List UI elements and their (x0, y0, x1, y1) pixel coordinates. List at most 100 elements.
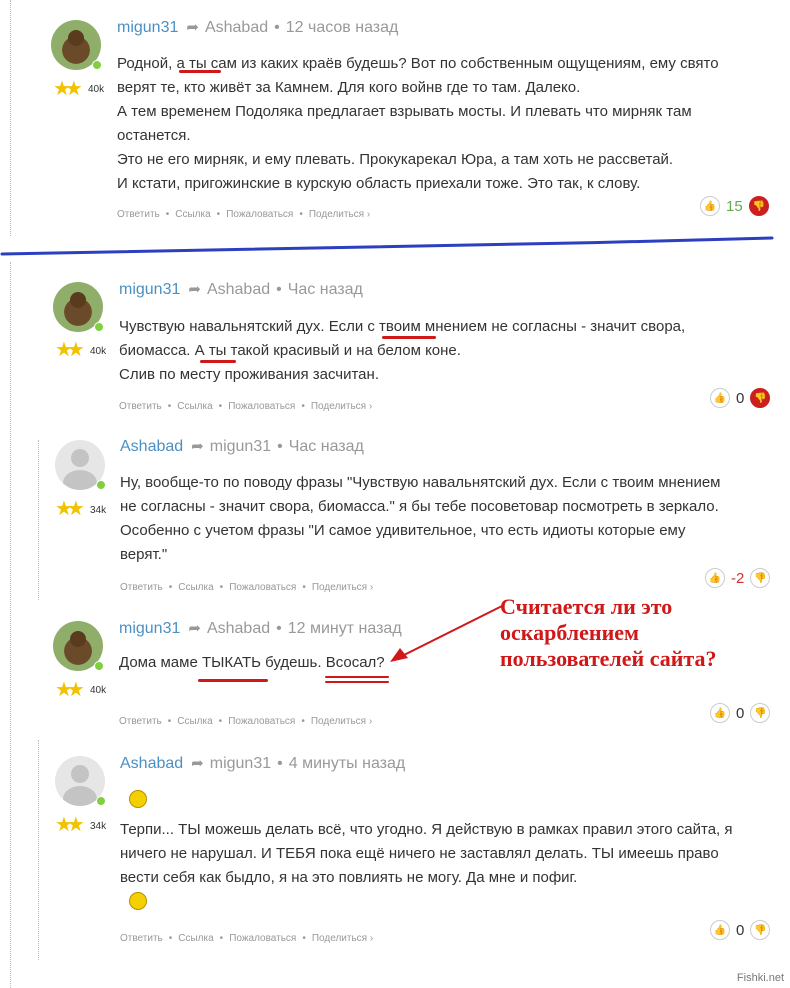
share-link[interactable]: Поделиться › (311, 716, 372, 727)
red-underline (382, 336, 436, 339)
comment-actions: Ответить • Ссылка • Пожаловаться • Поделиться … (120, 933, 374, 944)
share-link[interactable]: Поделиться › (309, 209, 370, 220)
red-underline (198, 679, 268, 682)
vote-box: 👍 0 👎 (710, 388, 771, 408)
separator-dot: • (276, 281, 282, 298)
author-link[interactable]: Ashabad (120, 438, 183, 455)
reply-link[interactable]: Ответить (117, 209, 160, 220)
thumbs-down-icon[interactable]: 👎 (750, 920, 771, 940)
user-rating: 34k (90, 821, 107, 832)
reply-to-link[interactable]: Ashabad (207, 281, 270, 298)
reply-to-link[interactable]: migun31 (210, 755, 271, 772)
author-link[interactable]: Ashabad (120, 755, 183, 772)
score: 0 (736, 389, 745, 407)
smiley-icon (129, 892, 147, 910)
rank-stars-icon: ★★ (55, 814, 85, 836)
share-link[interactable]: Поделиться › (311, 401, 372, 412)
reply-arrow-icon: ➦ (188, 281, 201, 298)
thumbs-down-icon[interactable]: 👎 (750, 703, 771, 723)
thumbs-down-icon[interactable]: 👎 (750, 568, 771, 588)
thread-line (38, 440, 39, 600)
red-underline (325, 681, 389, 683)
reply-link[interactable]: Ответить (119, 401, 162, 412)
thumbs-down-icon[interactable]: 👎 (750, 388, 771, 408)
online-indicator (96, 480, 106, 490)
online-indicator (94, 661, 104, 671)
comment-actions: Ответить • Ссылка • Пожаловаться • Поделиться … (119, 716, 373, 727)
vote-box: 👍 0 👎 (710, 703, 771, 723)
reply-to-link[interactable]: migun31 (210, 438, 271, 455)
red-underline (179, 70, 221, 73)
score: 15 (726, 197, 743, 215)
blue-separator-line (0, 236, 774, 256)
thumbs-down-icon[interactable]: 👎 (748, 196, 769, 216)
comment-header: Ashabad ➦ migun31 • 4 минуты назад (120, 754, 405, 774)
separator-dot: • (277, 438, 283, 455)
reply-arrow-icon: ➦ (191, 755, 204, 772)
comment-text: Чувствую навальнятский дух. Если с твоим… (119, 318, 686, 383)
reply-link[interactable]: Ответить (120, 933, 163, 944)
comment-header: migun31 ➦ Ashabad • 12 часов назад (117, 18, 398, 38)
author-link[interactable]: migun31 (119, 281, 180, 298)
share-link[interactable]: Поделиться › (312, 582, 373, 593)
timestamp[interactable]: Час назад (288, 281, 363, 298)
thumbs-up-icon[interactable]: 👍 (710, 920, 730, 940)
annotation-text: Считается ли это оскарблением пользовате… (500, 594, 717, 671)
report-link[interactable]: Пожаловаться (229, 933, 296, 944)
comment-header: migun31 ➦ Ashabad • 12 минут назад (119, 619, 402, 639)
reply-to-link[interactable]: Ashabad (205, 19, 268, 36)
timestamp[interactable]: 12 часов назад (286, 19, 399, 36)
user-rating: 40k (88, 84, 105, 95)
user-rating: 40k (90, 685, 107, 696)
comment-header: migun31 ➦ Ashabad • Час назад (119, 280, 363, 300)
reply-arrow-icon: ➦ (186, 19, 199, 36)
online-indicator (92, 60, 102, 70)
thumbs-up-icon[interactable]: 👍 (700, 196, 720, 216)
vote-box: 👍 -2 👎 (705, 568, 771, 588)
report-link[interactable]: Пожаловаться (228, 401, 295, 412)
author-link[interactable]: migun31 (117, 19, 178, 36)
thumbs-up-icon[interactable]: 👍 (710, 388, 730, 408)
report-link[interactable]: Пожаловаться (229, 582, 296, 593)
online-indicator (96, 796, 106, 806)
comment-text: Ну, вообще-то по поводу фразы "Чувствую … (120, 474, 721, 563)
user-rating: 40k (90, 346, 107, 357)
thumbs-up-icon[interactable]: 👍 (705, 568, 725, 588)
comment-text: Терпи... ТЫ можешь делать всё, что угодн… (120, 821, 733, 886)
timestamp[interactable]: 4 минуты назад (289, 755, 406, 772)
site-watermark: Fishki.net (736, 972, 784, 984)
score: 0 (736, 704, 745, 722)
vote-box: 👍 0 👎 (710, 920, 771, 940)
link-link[interactable]: Ссылка (178, 933, 213, 944)
timestamp[interactable]: Час назад (289, 438, 364, 455)
link-link[interactable]: Ссылка (177, 716, 212, 727)
smiley-icon (129, 790, 147, 808)
author-link[interactable]: migun31 (119, 620, 180, 637)
rank-stars-icon: ★★ (55, 339, 85, 361)
reply-link[interactable]: Ответить (120, 582, 163, 593)
report-link[interactable]: Пожаловаться (228, 716, 295, 727)
link-link[interactable]: Ссылка (178, 582, 213, 593)
online-indicator (94, 322, 104, 332)
thumbs-up-icon[interactable]: 👍 (710, 703, 730, 723)
report-link[interactable]: Пожаловаться (226, 209, 293, 220)
link-link[interactable]: Ссылка (175, 209, 210, 220)
thread-line (38, 740, 39, 960)
rank-stars-icon: ★★ (55, 498, 85, 520)
user-rating: 34k (90, 505, 107, 516)
link-link[interactable]: Ссылка (177, 401, 212, 412)
separator-dot: • (276, 620, 282, 637)
comment-actions: Ответить • Ссылка • Пожаловаться • Поделиться … (119, 401, 373, 412)
red-underline (200, 360, 236, 363)
comment-header: Ashabad ➦ migun31 • Час назад (120, 437, 364, 457)
rank-stars-icon: ★★ (53, 78, 83, 100)
reply-link[interactable]: Ответить (119, 716, 162, 727)
red-underline (325, 676, 389, 678)
comment-actions: Ответить • Ссылка • Пожаловаться • Поделиться … (120, 582, 374, 593)
share-link[interactable]: Поделиться › (312, 933, 373, 944)
reply-to-link[interactable]: Ashabad (207, 620, 270, 637)
reply-arrow-icon: ➦ (191, 438, 204, 455)
separator-dot: • (277, 755, 283, 772)
reply-arrow-icon: ➦ (188, 620, 201, 637)
comment-text: Родной, а ты сам из каких краёв будешь? … (117, 55, 719, 192)
